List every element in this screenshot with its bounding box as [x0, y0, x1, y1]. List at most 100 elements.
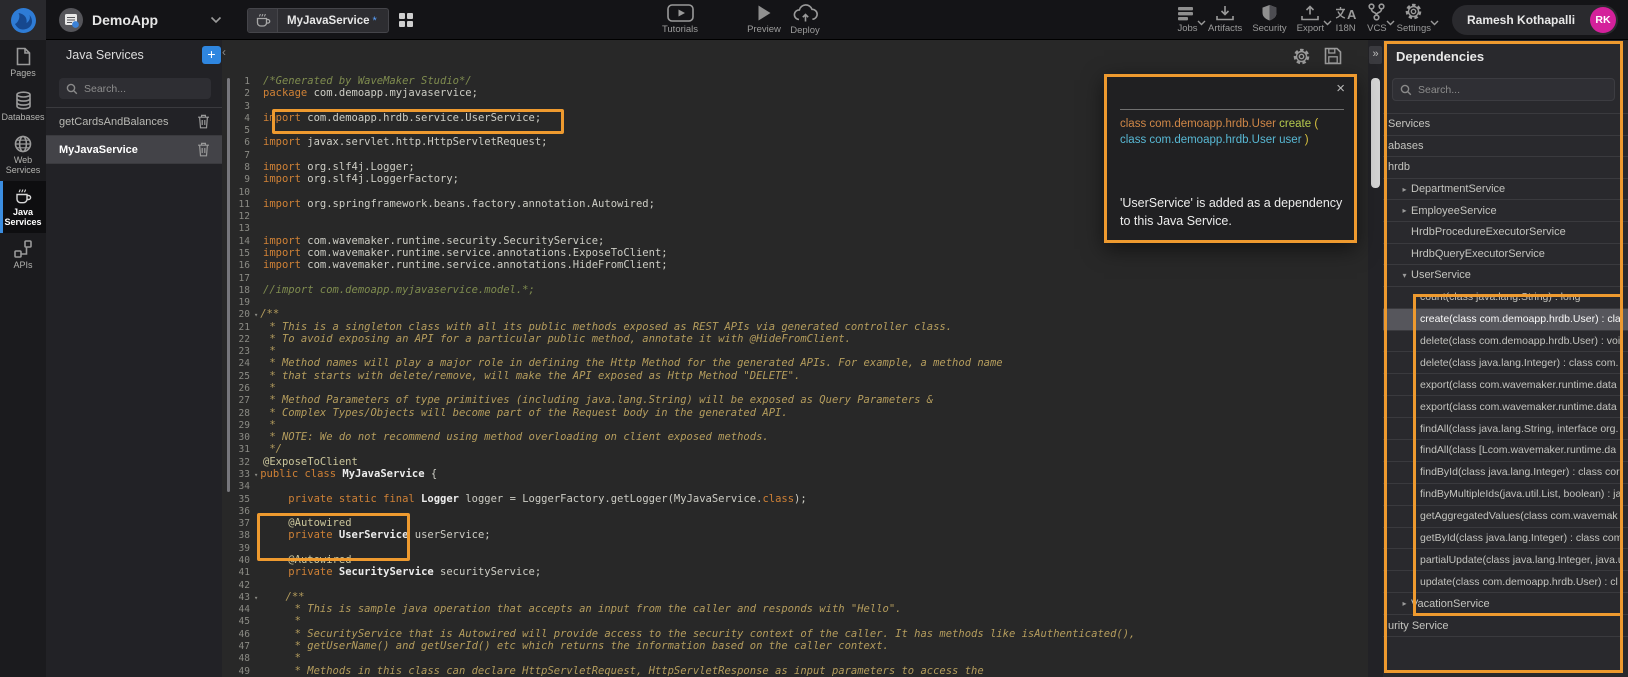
dependency-method-item[interactable]: getAggregatedValues(class com.wavemak — [1383, 506, 1628, 528]
user-menu[interactable]: Ramesh Kothapalli RK — [1452, 5, 1618, 35]
dependency-method-item[interactable]: export(class com.wavemaker.runtime.data — [1383, 396, 1628, 418]
code-line[interactable]: 21 * This is a singleton class with all … — [222, 321, 1368, 333]
dependency-method-item[interactable]: partialUpdate(class java.lang.Integer, j… — [1383, 549, 1628, 571]
code-line[interactable]: 44 * This is sample java operation that … — [222, 603, 1368, 615]
dependency-tree-item[interactable]: ▸VacationService — [1383, 593, 1628, 615]
security-button[interactable]: Security — [1247, 4, 1291, 34]
i18n-button[interactable]: AI18N — [1329, 4, 1362, 34]
close-icon[interactable]: × — [1336, 80, 1345, 97]
export-button[interactable]: Export — [1292, 4, 1329, 34]
code-line[interactable]: 20▾/** — [222, 308, 1368, 320]
dependency-tree-item[interactable]: HrdbProcedureExecutorService — [1383, 222, 1628, 244]
sidebar-item-web-services[interactable]: WebServices — [0, 128, 46, 181]
fold-arrow-icon[interactable]: ▾ — [254, 594, 258, 602]
code-line[interactable]: 38 private UserService userService; — [222, 529, 1368, 541]
expand-panel-icon[interactable]: » — [1369, 46, 1382, 64]
code-line[interactable]: 25 * that starts with delete/remove, wil… — [222, 370, 1368, 382]
code-line[interactable]: 22 * To avoid exposing an API for a part… — [222, 333, 1368, 345]
deploy-button[interactable]: Deploy — [777, 4, 833, 36]
tutorials-button[interactable]: Tutorials — [652, 4, 708, 35]
dependency-tree-item[interactable]: hrdb — [1383, 157, 1628, 179]
chevron-collapsed-icon[interactable]: ▸ — [1398, 185, 1411, 194]
workspace-grid-icon[interactable] — [398, 12, 414, 28]
chevron-down-icon[interactable] — [210, 16, 222, 24]
sidebar-item-java-services[interactable]: JavaServices — [0, 181, 46, 233]
code-line[interactable]: 36 — [222, 505, 1368, 517]
dependency-tree-item[interactable]: ▸EmployeeService — [1383, 200, 1628, 222]
project-name[interactable]: DemoApp — [92, 12, 158, 28]
code-line[interactable]: 43▾ /** — [222, 591, 1368, 603]
dependency-method-item[interactable]: findByMultipleIds(java.util.List, boolea… — [1383, 484, 1628, 506]
dependency-method-item[interactable]: findById(class java.lang.Integer) : clas… — [1383, 462, 1628, 484]
dependency-method-item[interactable]: update(class com.demoapp.hrdb.User) : cl — [1383, 571, 1628, 593]
dependency-tree-item[interactable]: HrdbQueryExecutorService — [1383, 244, 1628, 266]
code-line[interactable]: 18//import com.demoapp.myjavaservice.mod… — [222, 284, 1368, 296]
dependency-search-input[interactable] — [1418, 84, 1607, 96]
dependency-method-item[interactable]: create(class com.demoapp.hrdb.User) : cl… — [1383, 309, 1628, 331]
service-search-box[interactable] — [59, 78, 211, 99]
code-line[interactable]: 31 */ — [222, 443, 1368, 455]
dependency-tree-item[interactable]: ▸DepartmentService — [1383, 179, 1628, 201]
code-line[interactable]: 15import com.wavemaker.runtime.service.a… — [222, 247, 1368, 259]
code-line[interactable]: 49 * Methods in this class can declare H… — [222, 665, 1368, 677]
dependency-method-item[interactable]: findAll(class [Lcom.wavemaker.runtime.da — [1383, 440, 1628, 462]
code-line[interactable]: 37 @Autowired — [222, 517, 1368, 529]
code-line[interactable]: 46 * SecurityService that is Autowired w… — [222, 628, 1368, 640]
dependency-method-item[interactable]: delete(class com.demoapp.hrdb.User) : vo… — [1383, 331, 1628, 353]
fold-arrow-icon[interactable]: ▾ — [254, 311, 258, 319]
editor-scrollbar-thumb[interactable] — [1371, 78, 1380, 188]
collapse-panel-icon[interactable]: ‹ — [222, 45, 226, 59]
editor-settings-gear-icon[interactable] — [1292, 47, 1311, 66]
code-line[interactable]: 41 private SecurityService securityServi… — [222, 566, 1368, 578]
save-icon[interactable] — [1324, 47, 1342, 65]
code-line[interactable]: 48 * — [222, 652, 1368, 664]
code-line[interactable]: 27 * Method Parameters of type primitive… — [222, 394, 1368, 406]
wavemaker-logo[interactable] — [0, 0, 46, 40]
code-line[interactable]: 19 — [222, 296, 1368, 308]
dependency-tree-item[interactable]: Services — [1383, 114, 1628, 136]
artifacts-button[interactable]: Artifacts — [1203, 4, 1247, 34]
dependency-method-item[interactable]: findAll(class java.lang.String, interfac… — [1383, 418, 1628, 440]
dependency-method-item[interactable]: count(class java.lang.String) : long — [1383, 287, 1628, 309]
code-line[interactable]: 47 * getUserName() and getUserId() etc w… — [222, 640, 1368, 652]
chevron-collapsed-icon[interactable]: ▸ — [1398, 599, 1411, 608]
dependency-search-box[interactable] — [1392, 78, 1615, 101]
code-line[interactable]: 28 * Complex Types/Objects will become p… — [222, 407, 1368, 419]
code-line[interactable]: 26 * — [222, 382, 1368, 394]
code-line[interactable]: 32@ExposeToClient — [222, 456, 1368, 468]
fold-arrow-icon[interactable]: ▾ — [254, 471, 258, 479]
code-line[interactable]: 42 — [222, 579, 1368, 591]
chevron-expanded-icon[interactable]: ▾ — [1398, 271, 1411, 280]
service-list-item[interactable]: getCardsAndBalances — [46, 108, 222, 136]
dependency-tree-item[interactable]: urity Service — [1383, 615, 1628, 637]
tab-myjavaservice[interactable]: MyJavaService * — [247, 8, 389, 33]
code-line[interactable]: 39 — [222, 542, 1368, 554]
jobs-button[interactable]: Jobs — [1172, 4, 1203, 34]
code-line[interactable]: 35 private static final Logger logger = … — [222, 493, 1368, 505]
code-line[interactable]: 24 * Method names will play a major role… — [222, 357, 1368, 369]
code-line[interactable]: 30 * NOTE: We do not recommend using met… — [222, 431, 1368, 443]
dependency-method-item[interactable]: delete(class java.lang.Integer) : class … — [1383, 352, 1628, 374]
code-line[interactable]: 34 — [222, 480, 1368, 492]
add-service-button[interactable]: + — [202, 46, 221, 64]
service-list-item[interactable]: MyJavaService — [46, 136, 222, 164]
sidebar-item-databases[interactable]: Databases — [0, 84, 46, 128]
chevron-collapsed-icon[interactable]: ▸ — [1398, 206, 1411, 215]
code-line[interactable]: 29 * — [222, 419, 1368, 431]
vcs-button[interactable]: VCS — [1362, 4, 1392, 34]
code-line[interactable]: 40 @Autowired — [222, 554, 1368, 566]
avatar[interactable]: RK — [1590, 7, 1616, 33]
code-line[interactable]: 16import com.wavemaker.runtime.service.a… — [222, 259, 1368, 271]
dependency-method-item[interactable]: export(class com.wavemaker.runtime.data — [1383, 374, 1628, 396]
code-line[interactable]: 17 — [222, 272, 1368, 284]
code-line[interactable]: 33▾public class MyJavaService { — [222, 468, 1368, 480]
code-line[interactable]: 23 * — [222, 345, 1368, 357]
trash-icon[interactable] — [197, 114, 210, 129]
settings-button[interactable]: Settings — [1392, 4, 1436, 34]
dependency-method-item[interactable]: getById(class java.lang.Integer) : class… — [1383, 528, 1628, 550]
sidebar-item-apis[interactable]: APIs — [0, 233, 46, 276]
code-line[interactable]: 45 * — [222, 615, 1368, 627]
sidebar-item-pages[interactable]: Pages — [0, 40, 46, 84]
dependency-tree-item[interactable]: abases — [1383, 136, 1628, 158]
service-search-input[interactable] — [84, 83, 204, 95]
